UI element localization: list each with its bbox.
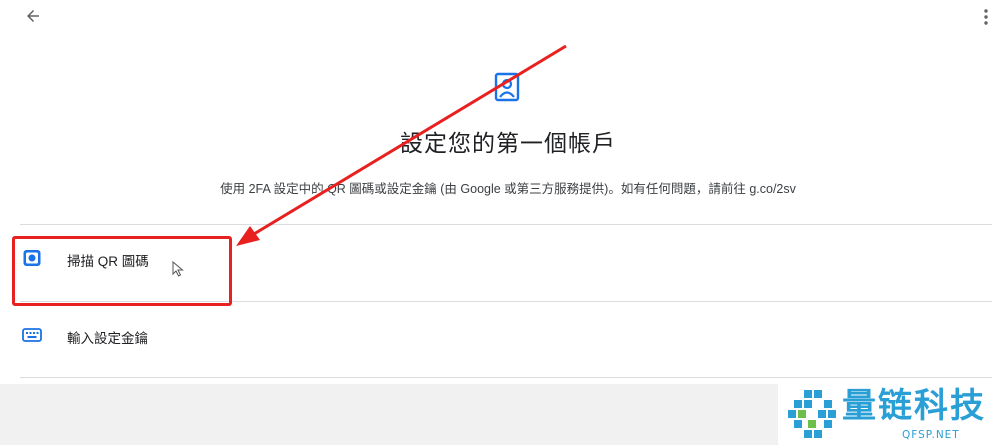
- keyboard-icon: [22, 328, 42, 342]
- enter-setup-key-label: 輸入設定金鑰: [67, 331, 148, 346]
- divider-bottom: [20, 377, 992, 378]
- watermark-name: 量链科技: [842, 386, 986, 426]
- watermark-url: QFSP.NET: [902, 429, 960, 441]
- page-title: 設定您的第一個帳戶: [400, 130, 616, 156]
- enter-setup-key-option[interactable]: 輸入設定金鑰: [14, 305, 990, 379]
- more-vertical-icon: [984, 9, 988, 25]
- annotation-highlight-box: [12, 236, 232, 306]
- account-box-icon: [494, 72, 520, 102]
- page-description: 使用 2FA 設定中的 QR 圖碼或設定金鑰 (由 Google 或第三方服務提…: [220, 182, 796, 196]
- divider-top: [20, 224, 992, 225]
- watermark: 量链科技 QFSP.NET: [778, 384, 1000, 445]
- arrow-back-icon: [27, 10, 39, 22]
- more-options-button[interactable]: [976, 4, 996, 30]
- watermark-logo-icon: [788, 390, 836, 438]
- back-button[interactable]: [20, 4, 46, 28]
- app-screen: 設定您的第一個帳戶 使用 2FA 設定中的 QR 圖碼或設定金鑰 (由 Goog…: [0, 0, 1000, 445]
